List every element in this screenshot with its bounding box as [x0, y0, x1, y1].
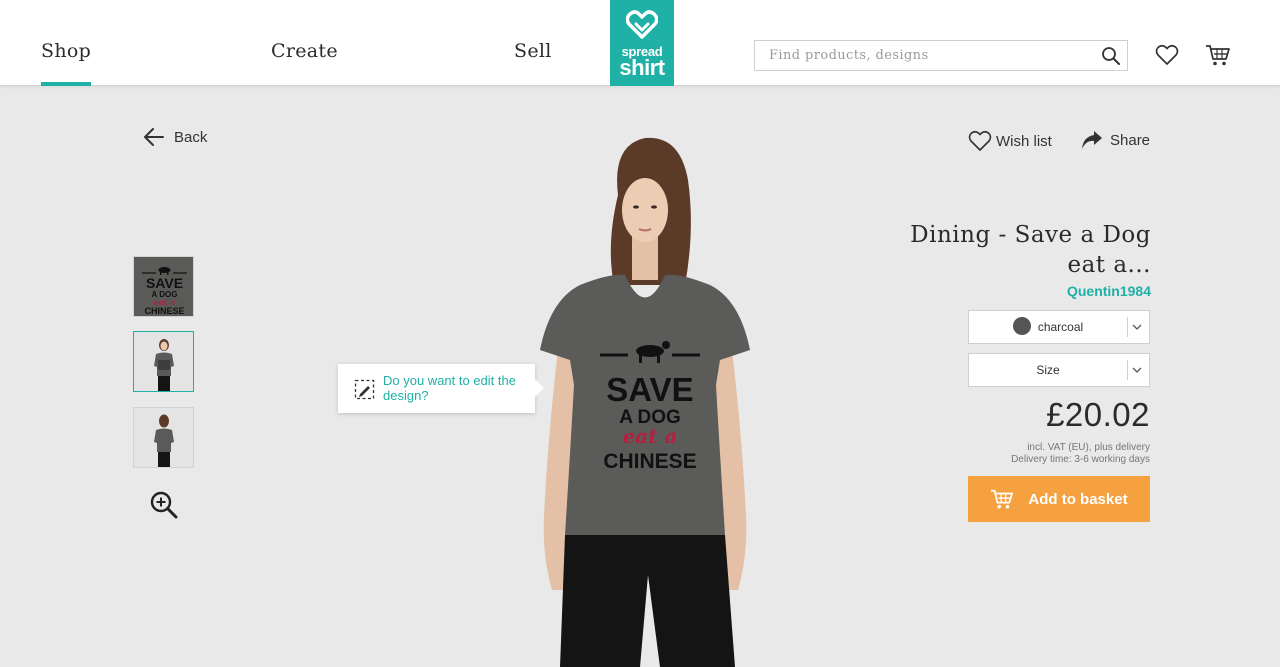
zoom-in-icon[interactable] [149, 490, 179, 520]
vat-note: incl. VAT (EU), plus delivery [1027, 442, 1150, 453]
thumbnail-model-back[interactable] [133, 407, 194, 468]
cart-icon[interactable] [1205, 43, 1231, 67]
add-to-basket-button[interactable]: Add to basket [968, 476, 1150, 522]
back-label: Back [174, 128, 208, 146]
design-thumbnail-image: SAVE A DOG eat a CHINESE [142, 267, 187, 316]
product-model-image: SAVE A DOG eat a CHINESE [540, 137, 750, 667]
share-label: Share [1110, 131, 1151, 149]
designer-link[interactable]: Quentin1984 [1067, 283, 1151, 299]
heart-icon [968, 130, 992, 151]
design-text-eata: eat a [623, 424, 678, 448]
size-label: Size [1036, 363, 1060, 377]
arrow-left-icon [144, 128, 164, 146]
nav-create[interactable]: Create [271, 40, 338, 62]
select-divider [1127, 360, 1128, 380]
heart-logo-icon [626, 10, 658, 39]
model-front-thumbnail-image [154, 339, 174, 391]
thumbnail-model-front[interactable] [133, 331, 194, 392]
color-label: charcoal [1037, 320, 1084, 334]
site-header: Shop Create Sell spread shirt [0, 0, 1280, 86]
wish-list-button[interactable]: Wish list [968, 130, 1052, 152]
back-link[interactable]: Back [144, 128, 207, 146]
thumbnail-design[interactable]: SAVE A DOG eat a CHINESE [133, 256, 194, 317]
nav-shop[interactable]: Shop [41, 40, 91, 62]
wishlist-heart-icon[interactable] [1155, 44, 1179, 66]
chevron-down-icon [1132, 367, 1142, 373]
product-price: £20.02 [1046, 396, 1150, 433]
search-input[interactable] [755, 41, 1085, 70]
price-notes: incl. VAT (EU), plus delivery Delivery t… [1011, 442, 1150, 466]
design-text-chinese: CHINESE [603, 450, 696, 473]
share-button[interactable]: Share [1081, 130, 1150, 150]
model-back-thumbnail-image [154, 414, 174, 467]
add-to-basket-label: Add to basket [1028, 490, 1128, 508]
search-icon[interactable] [1101, 46, 1121, 66]
spreadshirt-logo[interactable]: spread shirt [610, 0, 674, 86]
basket-cart-icon [991, 489, 1014, 509]
size-select[interactable]: Size [968, 353, 1150, 387]
share-arrow-icon [1082, 131, 1102, 149]
logo-text-shirt: shirt [619, 55, 665, 80]
color-select[interactable]: charcoal [968, 310, 1150, 344]
edit-design-icon [354, 379, 375, 400]
edit-design-tooltip[interactable]: Do you want to edit the design? [338, 364, 544, 413]
search-box [754, 40, 1128, 71]
product-title: Dining - Save a Dog eat a... [910, 222, 1151, 278]
active-nav-indicator [41, 82, 91, 86]
design-text-save: SAVE [606, 371, 693, 408]
color-select-value: charcoal [969, 317, 1127, 336]
color-swatch [1012, 317, 1031, 336]
chevron-down-icon [1132, 324, 1142, 330]
delivery-time: Delivery time: 3-6 working days [1011, 454, 1150, 465]
wish-list-label: Wish list [996, 132, 1052, 150]
thumb-text-chinese: CHINESE [144, 306, 184, 316]
thumb-text-save: SAVE [146, 275, 183, 291]
select-divider [1127, 317, 1128, 337]
edit-design-text: Do you want to edit the design? [383, 373, 516, 403]
nav-sell[interactable]: Sell [514, 40, 552, 62]
